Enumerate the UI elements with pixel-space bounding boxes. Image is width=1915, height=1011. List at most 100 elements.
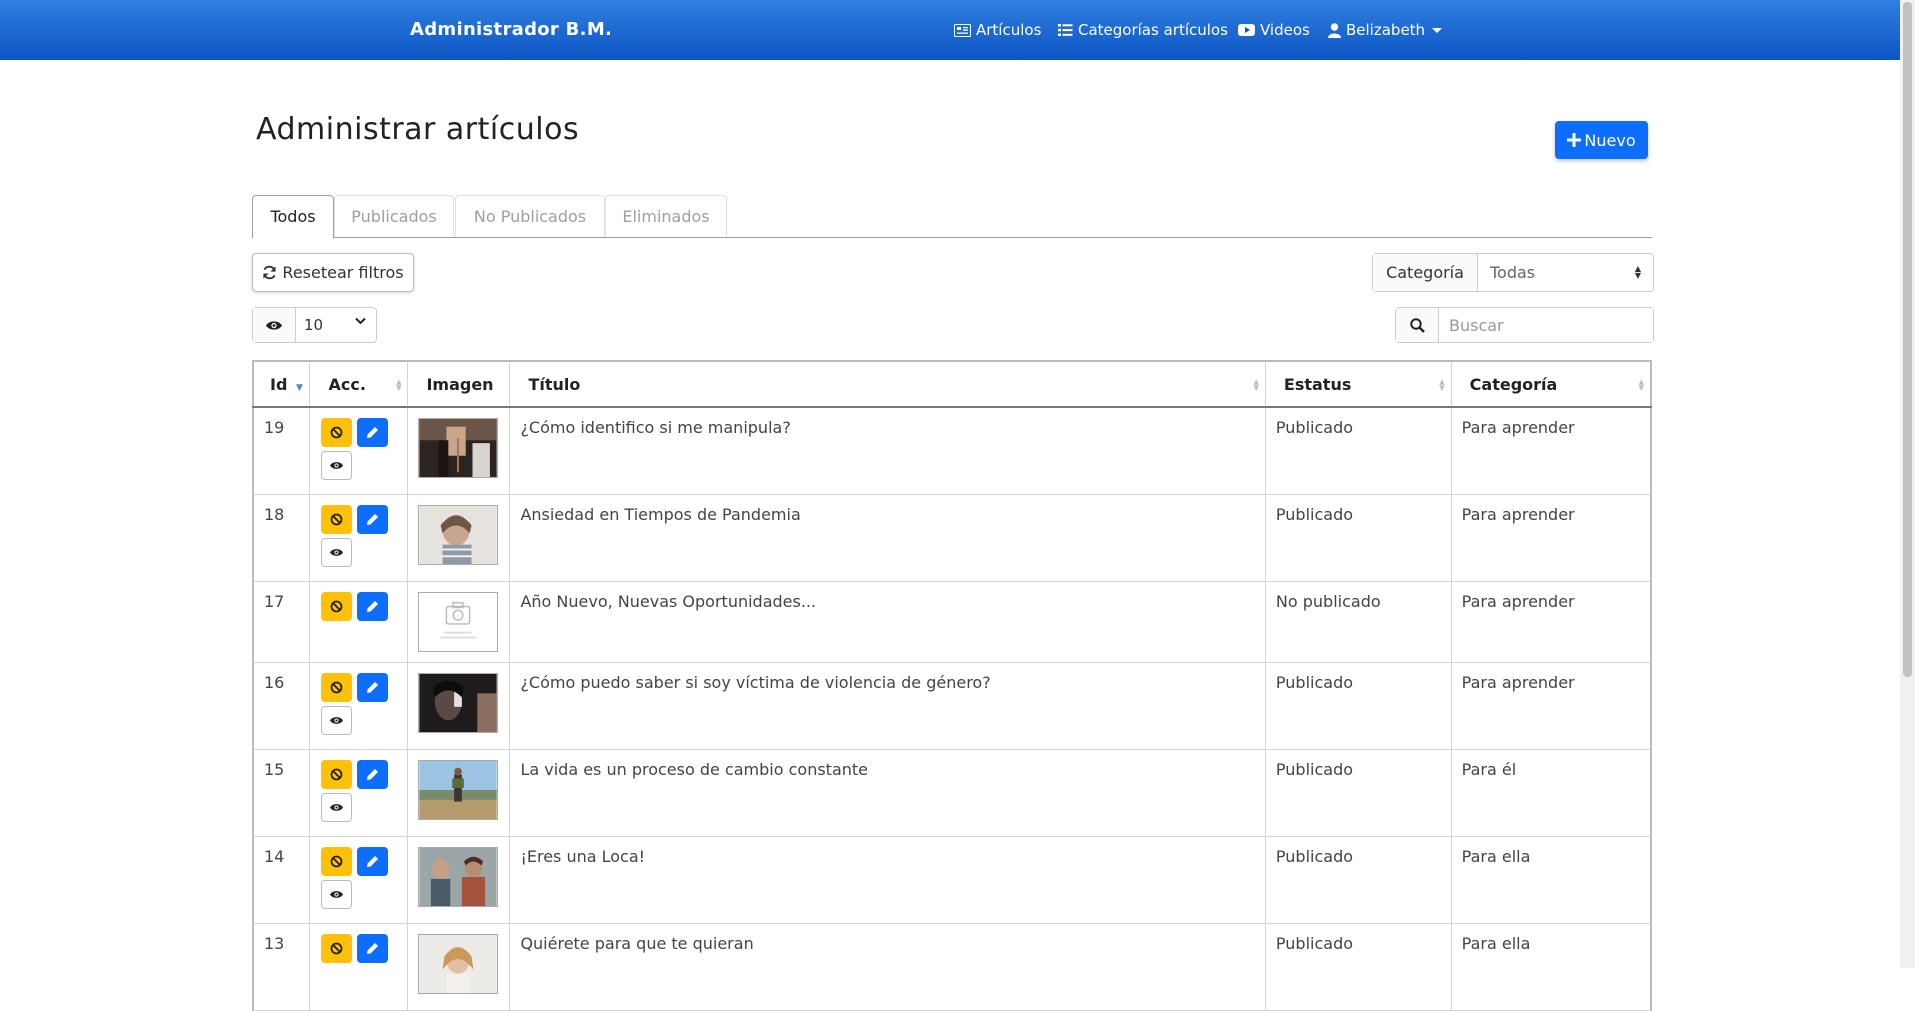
row-id: 18 <box>252 493 311 582</box>
row-category: Para aprender <box>1450 493 1652 582</box>
pencil-icon <box>367 600 379 612</box>
article-thumbnail <box>418 672 499 733</box>
category-select-value: Todas <box>1490 263 1536 282</box>
nav-item-user[interactable]: Belizabeth <box>1328 0 1443 60</box>
tab-no-publicados[interactable]: No Publicados <box>455 195 605 237</box>
row-category: Para aprender <box>1450 406 1652 495</box>
nav-label-user: Belizabeth <box>1346 21 1426 39</box>
row-actions <box>309 580 409 663</box>
column-header-categoria[interactable]: Categoría ▲ ▼ <box>1450 360 1652 408</box>
row-id: 17 <box>252 580 311 663</box>
chevron-down-icon <box>355 317 366 325</box>
column-header-estatus[interactable]: Estatus ▲ ▼ <box>1264 360 1452 408</box>
edit-button[interactable] <box>357 418 389 447</box>
ban-icon <box>331 768 343 780</box>
page-title: Administrar artículos <box>256 112 580 147</box>
view-button[interactable] <box>321 792 353 822</box>
view-button[interactable] <box>321 451 353 480</box>
refresh-icon <box>263 265 277 280</box>
article-thumbnail <box>418 418 499 478</box>
disable-button[interactable] <box>321 846 353 876</box>
youtube-icon <box>1238 24 1255 36</box>
table-row: 18 Ansiedad en Tiempos de Pandemia Publi… <box>252 493 1652 582</box>
row-image-cell <box>407 922 511 1011</box>
column-header-acc[interactable]: Acc. ▲ ▼ <box>309 360 409 408</box>
per-page-value: 10 <box>304 316 324 334</box>
nav-item-videos[interactable]: Videos <box>1238 0 1310 60</box>
disable-button[interactable] <box>321 418 353 447</box>
tab-publicados[interactable]: Publicados <box>334 195 454 237</box>
row-status: Publicado <box>1264 661 1452 750</box>
edit-button[interactable] <box>357 591 389 621</box>
pencil-icon <box>367 513 379 525</box>
row-title: Ansiedad en Tiempos de Pandemia <box>509 493 1266 582</box>
reset-filters-label: Resetear filtros <box>282 263 404 282</box>
list-icon <box>1058 24 1073 36</box>
row-title: Quiérete para que te quieran <box>509 922 1266 1011</box>
brand[interactable]: Administrador B.M. <box>410 0 612 60</box>
edit-button[interactable] <box>357 672 389 702</box>
disable-button[interactable] <box>321 933 353 963</box>
table-row: 16 ¿Cómo puedo saber si soy víctima de v… <box>252 661 1652 750</box>
row-image-cell <box>407 748 511 837</box>
row-actions <box>309 748 409 837</box>
disable-button[interactable] <box>321 504 353 534</box>
view-button[interactable] <box>321 537 353 567</box>
new-article-button[interactable]: Nuevo <box>1555 121 1648 159</box>
row-status: Publicado <box>1264 493 1452 582</box>
row-title: Año Nuevo, Nuevas Oportunidades... <box>509 580 1266 663</box>
tab-eliminados[interactable]: Eliminados <box>605 195 727 237</box>
row-status: Publicado <box>1264 835 1452 924</box>
pencil-icon <box>367 427 379 438</box>
edit-button[interactable] <box>357 759 389 789</box>
scrollbar-thumb[interactable] <box>1903 2 1912 677</box>
row-image-cell <box>407 406 511 495</box>
sort-icon: ▲ ▼ <box>396 378 402 392</box>
nav-label-categorias: Categorías artículos <box>1078 21 1228 39</box>
edit-button[interactable] <box>357 933 389 963</box>
article-thumbnail <box>418 933 499 994</box>
row-title: ¿Cómo identifico si me manipula? <box>509 406 1266 495</box>
row-status: Publicado <box>1264 922 1452 1011</box>
page-scrollbar[interactable] <box>1900 0 1915 968</box>
pencil-icon <box>367 855 379 867</box>
column-header-titulo[interactable]: Título ▲ ▼ <box>509 360 1266 408</box>
pencil-icon <box>367 681 379 693</box>
tab-todos[interactable]: Todos <box>252 195 334 238</box>
table-row: 13 Quiérete para que te quieran Publicad… <box>252 922 1652 1011</box>
view-button[interactable] <box>321 879 353 909</box>
article-thumbnail <box>418 846 499 907</box>
per-page-select[interactable]: 10 <box>296 308 376 342</box>
nav-item-categorias[interactable]: Categorías artículos <box>1058 0 1228 60</box>
category-select[interactable]: Todas ▲ ▼ <box>1478 254 1653 291</box>
disable-button[interactable] <box>321 759 353 789</box>
eye-icon <box>330 803 344 811</box>
table-row: 19 ¿Cómo identifico si me manipula? Publ… <box>252 406 1652 495</box>
sort-icon: ▲ ▼ <box>1253 378 1259 392</box>
disable-button[interactable] <box>321 591 353 621</box>
row-status: Publicado <box>1264 406 1452 495</box>
reset-filters-button[interactable]: Resetear filtros <box>252 253 414 292</box>
row-actions <box>309 493 409 582</box>
row-actions <box>309 835 409 924</box>
column-header-imagen: Imagen <box>407 360 511 408</box>
row-id: 14 <box>252 835 311 924</box>
image-placeholder-icon <box>418 591 499 652</box>
row-category: Para aprender <box>1450 661 1652 750</box>
disable-button[interactable] <box>321 672 353 702</box>
row-actions <box>309 406 409 495</box>
top-navbar: Administrador B.M. Artículos Categorías … <box>0 0 1900 60</box>
view-button[interactable] <box>321 705 353 735</box>
category-filter: Categoría Todas ▲ ▼ <box>1372 253 1654 292</box>
column-header-id[interactable]: Id ▼ <box>252 360 311 408</box>
sort-icon: ▲ ▼ <box>1439 378 1445 392</box>
search-icon <box>1396 308 1439 342</box>
category-filter-label: Categoría <box>1373 254 1478 291</box>
nav-item-articulos[interactable]: Artículos <box>954 0 1041 60</box>
table-row: 14 ¡Eres una Loca! Publicado Para ella <box>252 835 1652 924</box>
row-status: Publicado <box>1264 748 1452 837</box>
row-id: 15 <box>252 748 311 837</box>
search-input[interactable] <box>1439 308 1653 342</box>
edit-button[interactable] <box>357 504 389 534</box>
edit-button[interactable] <box>357 846 389 876</box>
